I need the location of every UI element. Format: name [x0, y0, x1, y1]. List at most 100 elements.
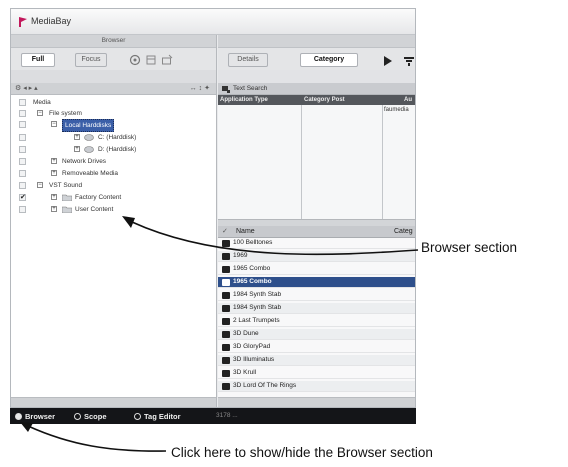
collapse-icon[interactable]: −	[51, 121, 57, 127]
expand-icon[interactable]: +	[51, 206, 57, 212]
preset-icon	[222, 357, 230, 364]
tree-checkbox[interactable]	[19, 146, 26, 153]
expand-icon[interactable]: +	[51, 170, 57, 176]
tree-row[interactable]: Media	[11, 97, 216, 108]
collapse-icon[interactable]: −	[37, 182, 43, 188]
tree-horizontal-scrollbar[interactable]	[11, 397, 216, 407]
tree-row[interactable]: − Local Harddisks	[11, 119, 216, 132]
presets-icon[interactable]	[145, 54, 157, 66]
filter-value[interactable]: faumedia	[384, 107, 409, 113]
browser-header: Browser	[11, 35, 216, 48]
tree-row[interactable]: + Removeable Media	[11, 168, 216, 179]
column-divider	[382, 105, 383, 219]
sort-icon[interactable]: ✓	[222, 226, 228, 237]
app-logo-icon	[19, 17, 27, 27]
tree-nav-buttons[interactable]: ⚙ ◂ ▸ ▴	[15, 83, 38, 94]
filter-column-header[interactable]: Category Post	[304, 95, 345, 105]
tree-view-buttons[interactable]: ↔ ↕ ✦	[190, 83, 210, 94]
results-header: ✓ Name Categ	[218, 226, 415, 238]
tree-row[interactable]: ✔ + Factory Content	[11, 192, 216, 203]
tab-full[interactable]: Full	[21, 53, 55, 67]
result-row[interactable]: 3D Dune	[218, 329, 415, 340]
tree-checkbox[interactable]	[19, 158, 26, 165]
results-column-header[interactable]: Name	[236, 226, 255, 237]
tree-checkbox[interactable]	[19, 206, 26, 213]
tree-row[interactable]: + D: (Harddisk)	[11, 144, 216, 155]
tree-checkbox[interactable]	[19, 110, 26, 117]
tree-checkbox[interactable]	[19, 99, 26, 106]
collapse-icon[interactable]: −	[37, 110, 43, 116]
filter-column-header[interactable]: Au	[404, 95, 412, 105]
status-count: 3178 ...	[216, 412, 238, 419]
tab-details[interactable]: Details	[228, 53, 268, 67]
preset-icon	[222, 253, 230, 260]
browser-toggle[interactable]: Browser	[15, 412, 55, 421]
text-search-bar[interactable]: Text Search	[218, 83, 415, 95]
result-row[interactable]: 1965 Combo	[218, 277, 415, 288]
tree-row[interactable]: + C: (Harddisk)	[11, 132, 216, 143]
play-icon[interactable]	[383, 56, 393, 66]
expand-icon[interactable]: +	[51, 158, 57, 164]
preset-icon	[222, 383, 230, 390]
results-column-header[interactable]: Categ	[394, 226, 413, 237]
result-row[interactable]: 100 Belltones	[218, 238, 415, 249]
result-name: 3D GloryPad	[233, 343, 271, 350]
tree-checkbox[interactable]	[19, 182, 26, 189]
expand-icon[interactable]: +	[74, 146, 80, 152]
result-row[interactable]: 3D Lord Of The Rings	[218, 381, 415, 392]
preset-icon	[222, 292, 230, 299]
tree-checkbox[interactable]	[19, 170, 26, 177]
result-row[interactable]: 3D Krull	[218, 368, 415, 379]
results-horizontal-scrollbar[interactable]	[218, 397, 415, 407]
tree-label: VST Sound	[49, 182, 83, 189]
result-row[interactable]: 3D Illuminatus	[218, 355, 415, 366]
tree-label: Removeable Media	[62, 170, 119, 177]
column-divider	[301, 105, 302, 219]
tree-checkbox[interactable]	[19, 121, 26, 128]
result-row[interactable]: 2 Last Trumpets	[218, 316, 415, 327]
result-row[interactable]: 3D GloryPad	[218, 342, 415, 353]
tag-editor-toggle[interactable]: Tag Editor	[134, 412, 181, 421]
tree-row[interactable]: − File system	[11, 108, 216, 119]
preset-icon	[222, 344, 230, 351]
radio-off-icon	[74, 413, 81, 420]
preset-icon	[222, 318, 230, 325]
expand-icon[interactable]: +	[51, 194, 57, 200]
filter-icon[interactable]	[404, 56, 414, 66]
right-tabs: Details Category	[218, 48, 415, 70]
result-name: 2 Last Trumpets	[233, 317, 280, 324]
result-row[interactable]: 1984 Synth Stab	[218, 290, 415, 301]
mediabay-window: MediaBay Browser Full Focus ⚙ ◂ ▸ ▴ ↔ ↕ …	[10, 8, 416, 408]
expand-icon[interactable]: +	[74, 134, 80, 140]
tree-row[interactable]: + Network Drives	[11, 156, 216, 167]
tag-editor-toggle-label: Tag Editor	[144, 412, 181, 421]
tree-checkbox-checked[interactable]: ✔	[19, 194, 26, 201]
result-name: 100 Belltones	[233, 239, 273, 246]
tree-label: Media	[33, 99, 51, 106]
tree-label: File system	[49, 110, 82, 117]
tree-label: Factory Content	[75, 194, 122, 201]
result-row[interactable]: 1965 Combo	[218, 264, 415, 275]
preset-icon	[222, 266, 230, 273]
filter-column-header[interactable]: Application Type	[220, 95, 268, 105]
result-row[interactable]: 1969	[218, 251, 415, 262]
tree-checkbox[interactable]	[19, 134, 26, 141]
new-folder-icon[interactable]	[161, 54, 173, 66]
result-row[interactable]: 1984 Synth Stab	[218, 303, 415, 314]
filter-scrollbar[interactable]	[218, 219, 415, 226]
refresh-icon[interactable]	[129, 54, 141, 66]
folder-tree: Media − File system − Local Harddisks + …	[11, 95, 216, 397]
preset-icon	[222, 370, 230, 377]
tree-row[interactable]: + User Content	[11, 204, 216, 215]
tab-category[interactable]: Category	[300, 53, 358, 67]
result-name: 1984 Synth Stab	[233, 291, 282, 298]
preset-icon	[222, 279, 230, 286]
tab-focus[interactable]: Focus	[75, 53, 107, 67]
tree-row[interactable]: − VST Sound	[11, 180, 216, 191]
callout-browser-section: Browser section	[421, 240, 518, 255]
mediabay-status-bar: Browser Scope Tag Editor 3178 ...	[10, 408, 416, 424]
tree-label: Network Drives	[62, 158, 107, 165]
scope-toggle[interactable]: Scope	[74, 412, 107, 421]
browser-section: Browser Full Focus ⚙ ◂ ▸ ▴ ↔ ↕ ✦ Media −…	[11, 35, 217, 407]
filter-columns-area: faumedia	[218, 105, 415, 219]
